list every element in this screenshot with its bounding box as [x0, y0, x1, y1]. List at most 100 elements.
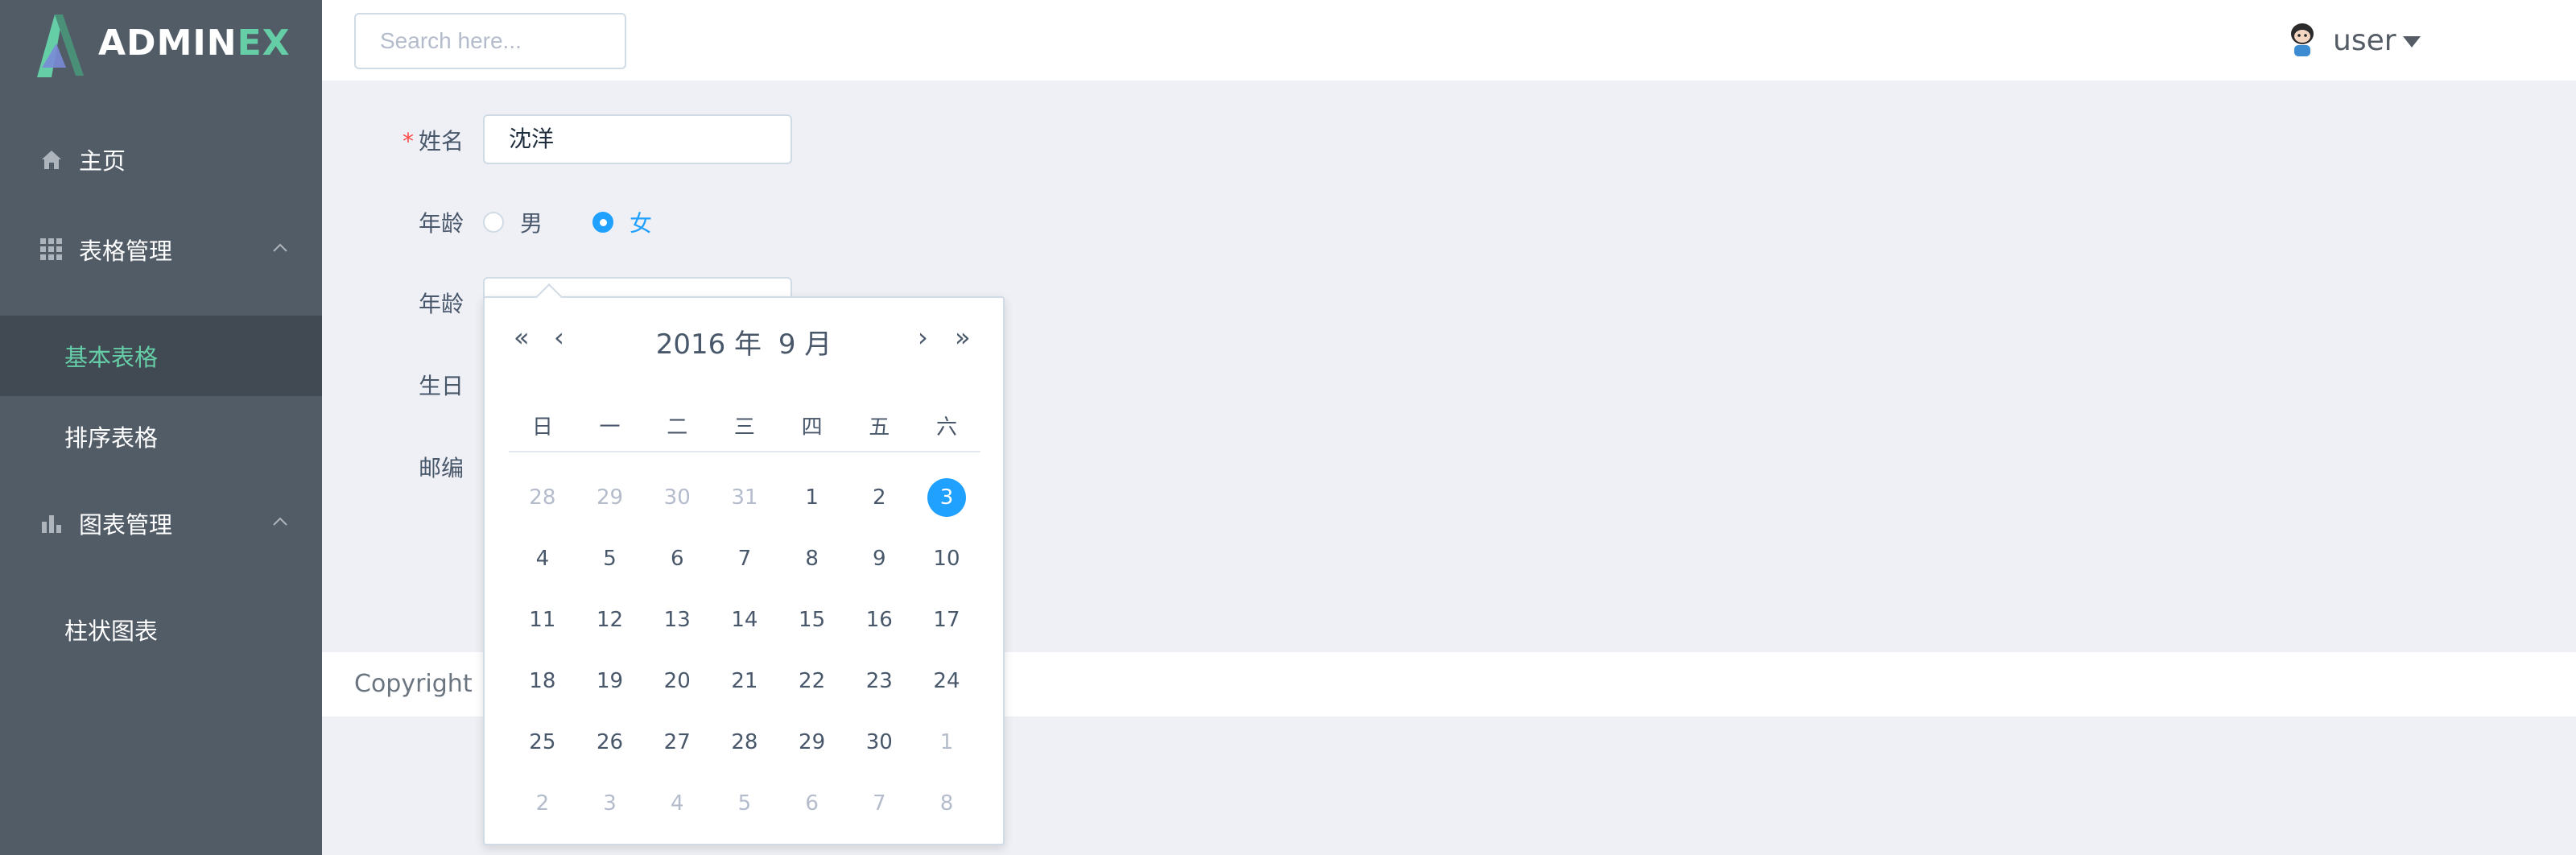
week-row: 25 26 27 28 29 30 1 — [509, 712, 980, 773]
logo-icon — [37, 14, 84, 77]
sidebar-item-label: 表格管理 — [79, 238, 173, 265]
sidebar-item-chart-management[interactable]: 图表管理 — [0, 483, 322, 564]
home-icon — [39, 147, 64, 172]
birthday-label: 生日 — [418, 373, 464, 399]
day-cell[interactable]: 6 — [643, 528, 711, 589]
logo[interactable]: ADMINEX — [31, 11, 320, 82]
day-cell[interactable]: 12 — [576, 589, 644, 651]
day-cell[interactable]: 6 — [778, 773, 846, 834]
day-cell[interactable]: 1 — [913, 712, 980, 773]
day-cell[interactable]: 22 — [778, 651, 846, 712]
day-cell[interactable]: 15 — [778, 589, 846, 651]
day-cell[interactable]: 29 — [576, 467, 644, 528]
next-year-button[interactable]: » — [955, 322, 971, 353]
weekday-label: 五 — [869, 415, 890, 440]
day-cell[interactable]: 20 — [643, 651, 711, 712]
week-row: 11 12 13 14 15 16 17 — [509, 589, 980, 651]
gender-radio-male[interactable]: 男 — [483, 206, 543, 238]
day-cell[interactable]: 2 — [845, 467, 913, 528]
user-menu[interactable]: user — [2286, 21, 2421, 60]
next-month-button[interactable]: › — [918, 322, 928, 353]
header: Search here... user — [322, 0, 2576, 81]
grid-icon — [39, 237, 64, 262]
day-cell[interactable]: 23 — [845, 651, 913, 712]
day-cell[interactable]: 1 — [778, 467, 846, 528]
day-grid: 28 29 30 31 1 2 3 4 5 6 7 8 9 10 11 12 13 14 15 16 17 18 19 20 2… — [509, 467, 980, 834]
day-cell[interactable]: 2 — [509, 773, 576, 834]
day-cell[interactable]: 9 — [845, 528, 913, 589]
picker-year-label[interactable]: 2016 年 — [656, 328, 762, 361]
weekday-header: 日一二三四五六 — [509, 411, 980, 440]
day-cell[interactable]: 28 — [711, 712, 778, 773]
age-label: 年龄 — [418, 291, 464, 317]
day-cell[interactable]: 5 — [576, 528, 644, 589]
weekday-label: 三 — [733, 415, 755, 440]
day-cell[interactable]: 25 — [509, 712, 576, 773]
day-cell[interactable]: 17 — [913, 589, 980, 651]
day-cell-selected[interactable]: 3 — [913, 467, 980, 528]
search-input[interactable]: Search here... — [354, 13, 626, 69]
day-cell[interactable]: 13 — [643, 589, 711, 651]
radio-circle-icon — [483, 212, 504, 233]
sidebar-item-home[interactable]: 主页 — [0, 119, 322, 200]
day-cell[interactable]: 27 — [643, 712, 711, 773]
gender-radio-female[interactable]: 女 — [592, 206, 652, 238]
required-mark: * — [402, 128, 414, 155]
day-cell[interactable]: 16 — [845, 589, 913, 651]
weekday-label: 日 — [531, 415, 553, 440]
radio-checked-icon — [592, 212, 613, 233]
day-cell[interactable]: 7 — [711, 528, 778, 589]
sidebar-item-table-management[interactable]: 表格管理 — [0, 209, 322, 290]
gender-label: 年龄 — [418, 210, 464, 237]
chevron-up-icon — [273, 517, 287, 526]
day-cell[interactable]: 30 — [643, 467, 711, 528]
sidebar-subitem-label: 柱状图表 — [64, 618, 159, 645]
sidebar-subitem-label: 排序表格 — [64, 424, 159, 452]
day-cell[interactable]: 4 — [643, 773, 711, 834]
day-cell[interactable]: 21 — [711, 651, 778, 712]
sidebar: ADMINEX 主页 表格管理 基本表格 排序表格 图表管理 柱状图表 — [0, 0, 322, 855]
sidebar-subitem-label: 基本表格 — [64, 344, 159, 371]
week-row: 18 19 20 21 22 23 24 — [509, 651, 980, 712]
day-cell[interactable]: 30 — [845, 712, 913, 773]
day-cell[interactable]: 4 — [509, 528, 576, 589]
day-cell[interactable]: 18 — [509, 651, 576, 712]
user-name: user — [2333, 23, 2396, 57]
day-cell[interactable]: 7 — [845, 773, 913, 834]
sidebar-subitem-bar-chart[interactable]: 柱状图表 — [0, 589, 322, 670]
radio-label: 男 — [520, 210, 543, 237]
week-row: 2345678 — [509, 773, 980, 834]
day-cell[interactable]: 3 — [576, 773, 644, 834]
sidebar-subitem-sort-table[interactable]: 排序表格 — [0, 396, 322, 477]
copyright-text: Copyright © — [354, 670, 505, 698]
weekday-label: 六 — [935, 415, 957, 440]
weekday-label: 二 — [667, 415, 688, 440]
day-cell[interactable]: 10 — [913, 528, 980, 589]
day-cell[interactable]: 31 — [711, 467, 778, 528]
week-row: 28 29 30 31 1 2 3 — [509, 467, 980, 528]
day-cell[interactable]: 8 — [913, 773, 980, 834]
picker-month-label[interactable]: 9 月 — [778, 328, 832, 361]
day-cell[interactable]: 28 — [509, 467, 576, 528]
day-cell[interactable]: 8 — [778, 528, 846, 589]
weekday-label: 四 — [801, 415, 823, 440]
bar-chart-icon — [39, 510, 64, 536]
zip-label: 邮编 — [418, 455, 464, 481]
avatar-icon — [2291, 23, 2314, 56]
day-cell[interactable]: 19 — [576, 651, 644, 712]
sidebar-subitem-basic-table[interactable]: 基本表格 — [0, 316, 322, 396]
chevron-up-icon — [273, 243, 287, 252]
day-cell[interactable]: 11 — [509, 589, 576, 651]
weekday-label: 一 — [599, 415, 621, 440]
radio-label: 女 — [630, 210, 653, 237]
divider — [509, 451, 980, 452]
day-cell[interactable]: 5 — [711, 773, 778, 834]
sidebar-item-label: 主页 — [79, 147, 126, 175]
day-cell[interactable]: 24 — [913, 651, 980, 712]
day-cell[interactable]: 26 — [576, 712, 644, 773]
day-cell[interactable]: 29 — [778, 712, 846, 773]
name-label: * 姓名 — [402, 128, 464, 155]
name-input[interactable]: 沈洋 — [483, 114, 792, 164]
logo-text: ADMINEX — [98, 23, 291, 64]
day-cell[interactable]: 14 — [711, 589, 778, 651]
